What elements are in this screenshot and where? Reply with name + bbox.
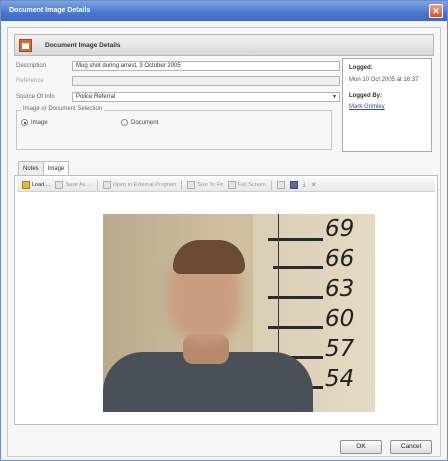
size-to-fit-label: Size To Fit <box>197 181 223 188</box>
tab-strip: Notes Image <box>18 161 70 176</box>
save-as-label: Save As ... <box>65 181 92 188</box>
save-icon <box>55 180 64 189</box>
height-mark-66: 66 <box>325 246 355 272</box>
save-as-button[interactable]: Save As ... <box>55 180 92 189</box>
source-of-info-value: Police Referral <box>76 94 116 100</box>
copy-button[interactable] <box>276 180 285 189</box>
section-header: Document Image Details <box>14 34 434 56</box>
logged-by-heading: Logged By: <box>349 93 382 99</box>
description-label: Description <box>16 63 47 69</box>
radio-document[interactable]: Document <box>121 119 158 126</box>
size-to-fit-button[interactable]: Size To Fit <box>187 180 223 189</box>
radio-image-label: Image <box>31 119 48 126</box>
size-to-fit-icon <box>187 180 196 189</box>
tab-notes[interactable]: Notes <box>18 161 44 175</box>
load-button[interactable]: Load ... <box>22 180 51 189</box>
height-line <box>273 266 323 269</box>
toolbar-separator <box>96 179 98 190</box>
rotate-icon[interactable]: ⤓ <box>303 181 306 189</box>
source-of-info-label: Source Of Info <box>16 94 55 100</box>
title-bar[interactable]: Document Image Details ✕ <box>1 1 447 21</box>
height-line <box>268 326 323 329</box>
document-image-icon <box>19 39 32 52</box>
section-title: Document Image Details <box>45 42 121 49</box>
copy-icon <box>276 180 285 189</box>
mugshot-image: 69 66 63 60 57 54 <box>103 214 375 412</box>
ok-button[interactable]: OK <box>340 440 382 454</box>
dialog-body: Document Image Details Description Mug s… <box>7 27 441 457</box>
toolbar-separator <box>270 179 272 190</box>
full-screen-button[interactable]: Full Screen <box>227 180 266 189</box>
open-external-button[interactable]: Open in External Program <box>102 180 177 189</box>
height-mark-57: 57 <box>325 336 355 362</box>
scanner-icon <box>289 180 298 189</box>
subject-hair <box>173 240 245 274</box>
image-toolbar: Load ... Save As ... Open in External Pr… <box>17 178 435 192</box>
logged-info-panel: Logged: Mon 10 Oct 2005 at 16:37 Logged … <box>342 58 432 152</box>
image-or-document-group: Image or Document Selection Image Docume… <box>16 106 332 150</box>
window-title: Document Image Details <box>9 7 91 14</box>
radio-document-label: Document <box>131 119 159 126</box>
height-mark-60: 60 <box>325 306 355 332</box>
open-external-label: Open in External Program <box>112 181 177 188</box>
reference-field <box>72 76 340 86</box>
full-screen-icon <box>227 180 236 189</box>
height-mark-63: 63 <box>325 276 355 302</box>
source-of-info-select[interactable]: Police Referral ▼ <box>72 92 340 102</box>
radio-document-indicator[interactable] <box>121 119 128 126</box>
load-label: Load ... <box>32 181 51 188</box>
scan-button[interactable] <box>289 180 298 189</box>
logged-by-link[interactable]: Mark Grimley <box>349 104 385 110</box>
toolbar-separator <box>181 179 183 190</box>
chevron-down-icon[interactable]: ▼ <box>330 93 339 101</box>
description-field[interactable]: Mug shot during arrest, 3 October 2005 <box>72 61 340 71</box>
radio-image-indicator[interactable] <box>21 119 28 126</box>
full-screen-label: Full Screen <box>237 181 266 188</box>
height-mark-69: 69 <box>325 216 355 242</box>
external-program-icon <box>102 180 111 189</box>
image-tab-panel: Load ... Save As ... Open in External Pr… <box>14 175 438 425</box>
height-mark-54: 54 <box>325 366 355 392</box>
delete-icon[interactable]: ✕ <box>311 181 317 189</box>
group-legend: Image or Document Selection <box>21 106 105 112</box>
cancel-button[interactable]: Cancel <box>390 440 432 454</box>
close-icon[interactable]: ✕ <box>429 4 443 18</box>
height-line <box>268 238 323 241</box>
reference-label: Reference <box>16 78 44 84</box>
tab-image[interactable]: Image <box>42 161 70 176</box>
logged-date: Mon 10 Oct 2005 at 16:37 <box>349 77 419 83</box>
radio-image[interactable]: Image <box>21 119 48 126</box>
dialog-window: Document Image Details ✕ Document Image … <box>0 0 448 461</box>
folder-open-icon <box>22 180 30 189</box>
logged-heading: Logged: <box>349 65 373 71</box>
height-line <box>268 296 323 299</box>
